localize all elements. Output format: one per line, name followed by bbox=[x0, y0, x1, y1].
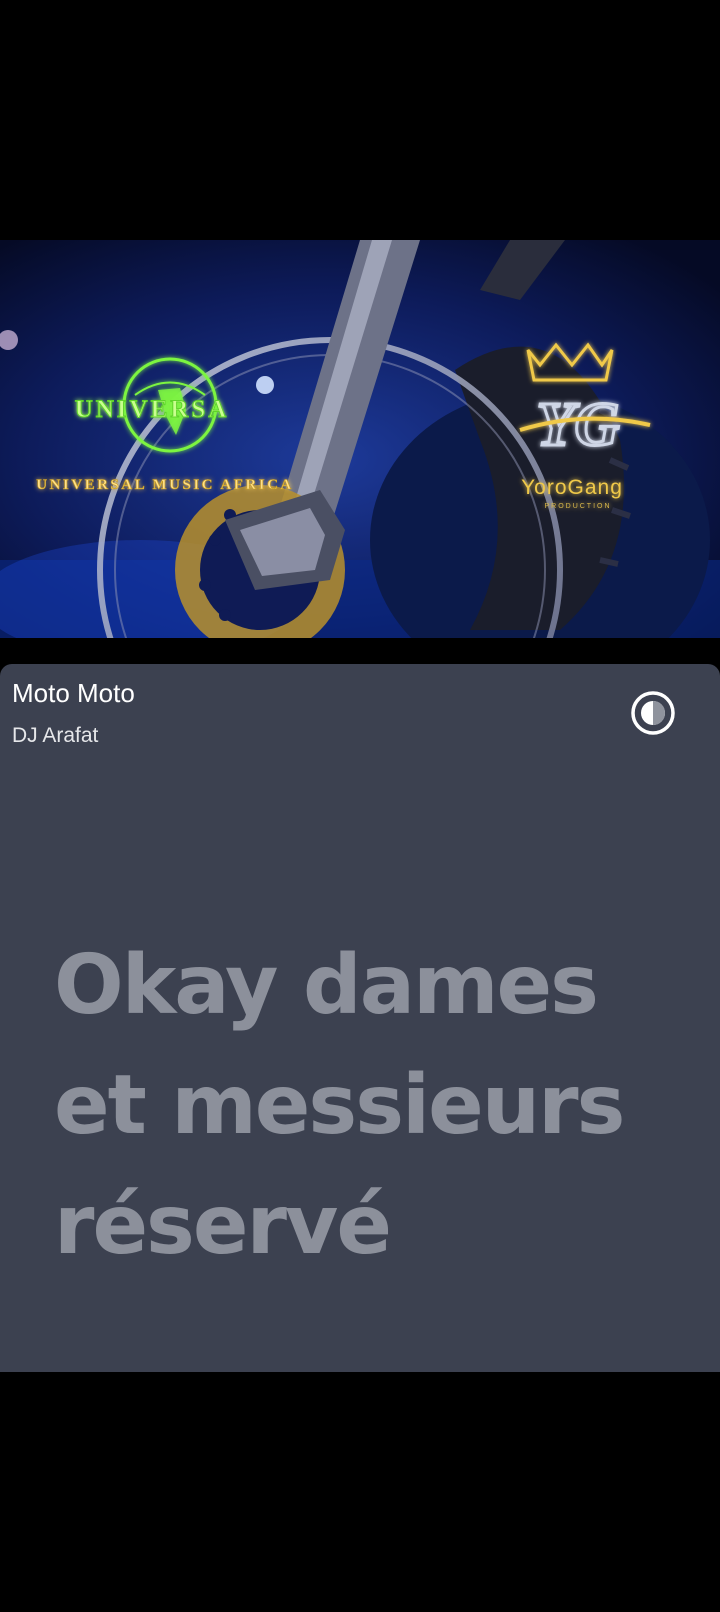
lyric-line: réservé bbox=[54, 1178, 392, 1273]
share-icon bbox=[631, 691, 675, 735]
svg-text:UNIVERSAL MUSIC AFRICA: UNIVERSAL MUSIC AFRICA bbox=[36, 477, 294, 493]
svg-text:YG: YG bbox=[537, 391, 620, 459]
song-artist: DJ Arafat bbox=[12, 724, 99, 747]
svg-text:YoroGang: YoroGang bbox=[521, 476, 623, 499]
video-frame: UNIVERSA UNIVERSAL MUSIC AFRICA YG YoroG… bbox=[0, 240, 720, 638]
song-title: Moto Moto bbox=[12, 678, 135, 708]
share-button[interactable] bbox=[628, 688, 678, 738]
svg-text:UNIVERSA: UNIVERSA bbox=[75, 396, 230, 423]
lyrics-text: Okay dames et messieurs réservé bbox=[54, 926, 694, 1286]
lyrics-sheet[interactable]: Moto Moto DJ Arafat Okay dames et messie… bbox=[0, 664, 720, 1372]
svg-text:PRODUCTION: PRODUCTION bbox=[544, 503, 611, 510]
video-player[interactable]: UNIVERSA UNIVERSAL MUSIC AFRICA YG YoroG… bbox=[0, 240, 720, 638]
lyric-line: Okay dames bbox=[54, 938, 599, 1033]
lyric-line: et messieurs bbox=[54, 1058, 625, 1153]
